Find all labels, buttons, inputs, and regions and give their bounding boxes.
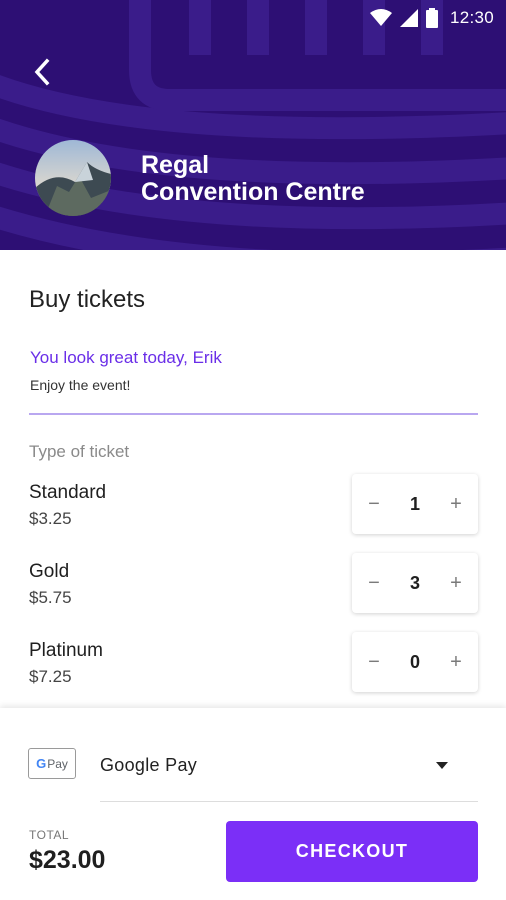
ticket-name: Platinum [29, 640, 103, 661]
quantity-value: 3 [409, 572, 420, 593]
quantity-stepper: − 0 + [352, 632, 478, 692]
total-label: TOTAL [29, 828, 70, 842]
ticket-row-gold: Gold $5.75 − 3 + [0, 553, 506, 621]
venue-name: Regal Convention Centre [141, 152, 471, 206]
total-amount: $23.00 [29, 846, 106, 874]
status-time: 12:30 [449, 8, 494, 27]
greeting-subtext: Enjoy the event! [30, 377, 131, 393]
ticket-name: Gold [29, 561, 70, 582]
payment-method-select[interactable]: Google Pay [100, 744, 478, 802]
quantity-value: 1 [409, 493, 420, 514]
venue-avatar [35, 140, 111, 216]
arrow-left-icon [32, 58, 52, 91]
increment-button[interactable]: + [446, 652, 466, 672]
venue-name-line2: Convention Centre [141, 178, 365, 206]
increment-button[interactable]: + [446, 494, 466, 514]
ticket-name: Standard [29, 482, 107, 503]
ticket-price: $3.25 [29, 509, 72, 528]
greeting-text: You look great today, Erik [30, 348, 222, 367]
battery-icon [425, 8, 438, 28]
signal-icon [399, 9, 418, 27]
ticket-type-label: Type of ticket [29, 442, 130, 461]
decrement-button[interactable]: − [364, 573, 384, 593]
quantity-value: 0 [409, 651, 420, 672]
checkout-button[interactable]: CHECKOUT [226, 821, 478, 882]
status-bar: 12:30 [0, 0, 506, 36]
ticket-row-standard: Standard $3.25 − 1 + [0, 474, 506, 542]
ticket-price: $5.75 [29, 588, 72, 607]
decrement-button[interactable]: − [364, 494, 384, 514]
venue-header: 12:30 Regal Convention Centre [0, 0, 506, 250]
page-title: Buy tickets [29, 286, 146, 313]
back-button[interactable] [24, 56, 60, 92]
ticket-price: $7.25 [29, 667, 72, 686]
wifi-icon [369, 9, 392, 27]
decrement-button[interactable]: − [364, 652, 384, 672]
checkout-sheet: G Pay Google Pay TOTAL $23.00 CHECKOUT [0, 708, 506, 900]
greeting-divider [29, 413, 478, 415]
payment-method-label: Google Pay [100, 755, 198, 775]
quantity-stepper: − 1 + [352, 474, 478, 534]
venue-name-line1: Regal [141, 151, 210, 179]
quantity-stepper: − 3 + [352, 553, 478, 613]
google-pay-logo: G Pay [28, 748, 76, 779]
gpay-pay-mark: Pay [47, 756, 68, 771]
increment-button[interactable]: + [446, 573, 466, 593]
ticket-row-platinum: Platinum $7.25 − 0 + [0, 632, 506, 700]
caret-down-icon [436, 762, 448, 769]
gpay-g-mark: G [36, 756, 47, 771]
